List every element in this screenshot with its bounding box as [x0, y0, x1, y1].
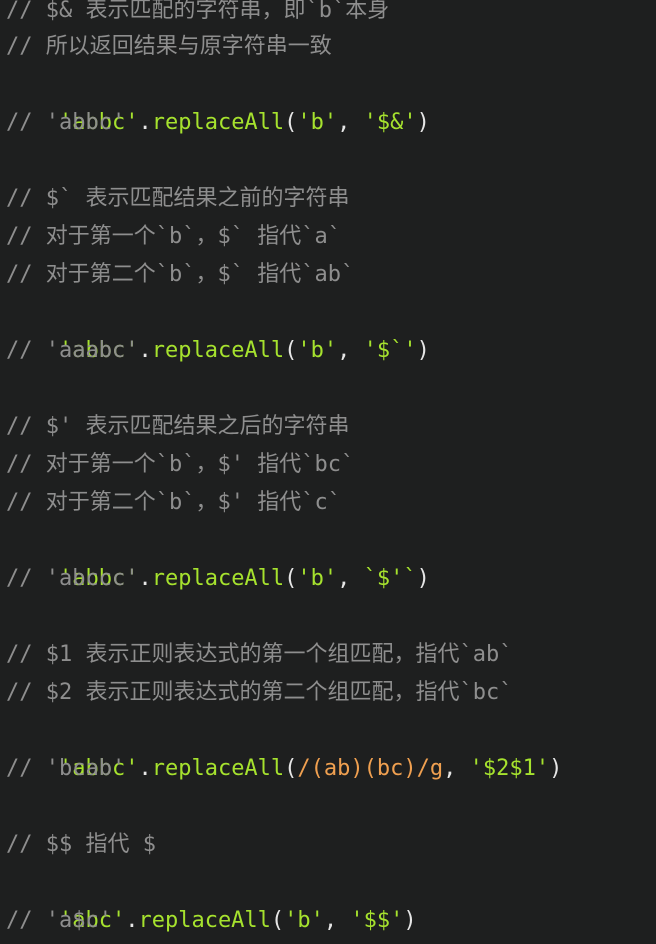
- code-punct: .: [138, 566, 152, 591]
- code-line-comment: // 'aaabc': [6, 338, 139, 363]
- code-line-comment: // $1 表示正则表达式的第一个组匹配，指代`ab`: [6, 642, 513, 667]
- code-method: replaceAll: [151, 110, 285, 135]
- code-punct: ,: [323, 908, 351, 933]
- code-line-comment: // $$ 指代 $: [6, 832, 156, 857]
- code-line: 'abbc'.replaceAll('b', '$`'): [6, 294, 430, 363]
- code-line-comment: // $' 表示匹配结果之后的字符串: [6, 414, 350, 439]
- code-punct: ): [416, 110, 430, 135]
- code-punct: (: [284, 756, 298, 781]
- code-line: 'abbc'.replaceAll('b', `$'`): [6, 522, 430, 591]
- code-line-comment: // 'bcab': [6, 756, 126, 781]
- code-punct: ): [416, 566, 430, 591]
- code-punct: .: [125, 908, 139, 933]
- code-punct: (: [284, 110, 298, 135]
- code-punct: .: [138, 756, 152, 781]
- code-regex: /(ab)(bc)/g: [297, 756, 444, 781]
- code-method: replaceAll: [151, 566, 285, 591]
- code-punct: (: [284, 566, 298, 591]
- code-line-comment: // 'abccc': [6, 566, 139, 591]
- code-editor: // $& 表示匹配的字符串，即`b`本身 // 所以返回结果与原字符串一致 '…: [0, 0, 656, 944]
- code-punct: ): [549, 756, 563, 781]
- code-punct: (: [284, 338, 298, 363]
- code-string: '$2$1': [469, 756, 550, 781]
- code-punct: ): [403, 908, 417, 933]
- code-string: 'b': [297, 338, 338, 363]
- code-line-comment: // 所以返回结果与原字符串一致: [6, 34, 332, 59]
- code-template-string: `$'`: [363, 566, 417, 591]
- code-string: '$`': [363, 338, 417, 363]
- code-punct: ,: [337, 110, 364, 135]
- code-string: 'b': [297, 110, 338, 135]
- code-line-comment: // 对于第一个`b`，$` 指代`a`: [6, 224, 341, 249]
- code-line-comment: // $` 表示匹配结果之前的字符串: [6, 186, 350, 211]
- code-line-comment: // 对于第一个`b`，$' 指代`bc`: [6, 452, 355, 477]
- code-method: replaceAll: [151, 338, 285, 363]
- code-punct: .: [138, 110, 152, 135]
- code-string: '$$': [350, 908, 404, 933]
- code-line-comment: // 'a$c': [6, 908, 112, 933]
- code-string: '$&': [363, 110, 417, 135]
- code-line: 'abbc'.replaceAll('b', '$&'): [6, 66, 430, 135]
- code-punct: ): [416, 338, 430, 363]
- code-line: 'abbc'.replaceAll(/(ab)(bc)/g, '$2$1'): [6, 712, 562, 781]
- code-punct: ,: [337, 338, 364, 363]
- code-punct: (: [270, 908, 285, 933]
- code-string: 'b': [297, 566, 338, 591]
- code-line-comment: // $& 表示匹配的字符串，即`b`本身: [6, 0, 390, 23]
- code-method: replaceAll: [138, 908, 271, 933]
- code-line-comment: // 对于第二个`b`，$` 指代`ab`: [6, 262, 355, 287]
- code-line-comment: // 对于第二个`b`，$' 指代`c`: [6, 490, 341, 515]
- code-string: 'b': [284, 908, 324, 933]
- code-punct: .: [138, 338, 152, 363]
- code-punct: ,: [337, 566, 364, 591]
- code-punct: ,: [443, 756, 470, 781]
- code-line: 'abc'.replaceAll('b', '$$'): [6, 864, 417, 933]
- code-line-comment: // $2 表示正则表达式的第二个组匹配，指代`bc`: [6, 680, 513, 705]
- code-line-comment: // 'abbc': [6, 110, 126, 135]
- code-method: replaceAll: [151, 756, 285, 781]
